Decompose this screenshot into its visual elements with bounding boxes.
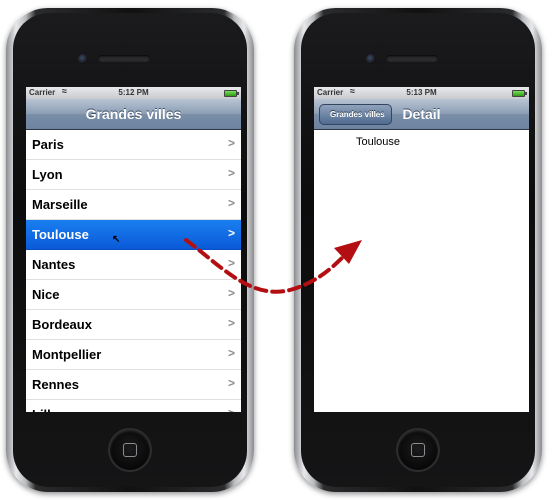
iphone-left: Carrier ≈ 5:12 PM Grandes villes Paris > L… [6,8,254,492]
chevron-right-icon: > [227,226,235,240]
list-item[interactable]: Toulouse > ↖ [26,220,241,250]
city-label: Nice [32,287,60,302]
chevron-right-icon: > [227,256,235,270]
chevron-right-icon: > [228,406,235,412]
detail-label: Toulouse [356,136,401,148]
list-item[interactable]: Bordeaux > [26,310,241,340]
camera-icon [78,54,88,64]
city-label: Paris [32,137,64,152]
city-label: Bordeaux [32,317,92,332]
city-label: Lille [32,407,58,412]
list-item[interactable]: Nantes > [26,250,241,280]
city-label: Lyon [32,167,63,182]
home-button-icon[interactable] [110,430,150,470]
status-bar: Carrier ≈ 5:13 PM [314,87,529,99]
speaker-grille [98,55,150,62]
iphone-right: Carrier ≈ 5:13 PM Grandes villes Detail … [294,8,542,492]
list-item[interactable]: Lille > [26,400,241,412]
status-bar: Carrier ≈ 5:12 PM [26,87,241,99]
list-item[interactable]: Montpellier > [26,340,241,370]
home-button-icon[interactable] [398,430,438,470]
list-item[interactable]: Marseille > [26,190,241,220]
chevron-right-icon: > [227,286,235,300]
city-label: Nantes [32,257,76,272]
chevron-right-icon: > [227,346,235,360]
navigation-bar: Grandes villes Detail [314,99,529,130]
city-label: Rennes [32,377,79,392]
chevron-right-icon: > [227,376,235,390]
nav-title: Grandes villes [85,106,182,122]
chevron-right-icon: > [227,316,235,330]
list-item[interactable]: Nice > [26,280,241,310]
city-table: Paris > Lyon > Marseille > Toulouse > ↖ Nantes > Ni… [26,130,241,412]
nav-title: Detail [402,106,441,122]
screen-list: Carrier ≈ 5:12 PM Grandes villes Paris > L… [26,87,241,412]
battery-icon [224,90,239,97]
city-label: Montpellier [32,347,102,362]
chevron-right-icon: > [227,196,235,210]
chevron-right-icon: > [227,136,235,150]
city-label: Marseille [32,197,88,212]
mouse-cursor-icon: ↖ [112,234,121,245]
battery-icon [512,90,527,97]
city-label: Toulouse [32,227,89,242]
list-item[interactable]: Rennes > [26,370,241,400]
screen-detail: Carrier ≈ 5:13 PM Grandes villes Detail … [314,87,529,412]
status-time: 5:13 PM [406,88,437,97]
chevron-right-icon: > [227,166,235,180]
status-time: 5:12 PM [118,88,149,97]
list-item[interactable]: Lyon > [26,160,241,190]
camera-icon [366,54,376,64]
speaker-grille [386,55,438,62]
list-item[interactable]: Paris > [26,130,241,160]
navigation-bar: Grandes villes [26,99,241,130]
